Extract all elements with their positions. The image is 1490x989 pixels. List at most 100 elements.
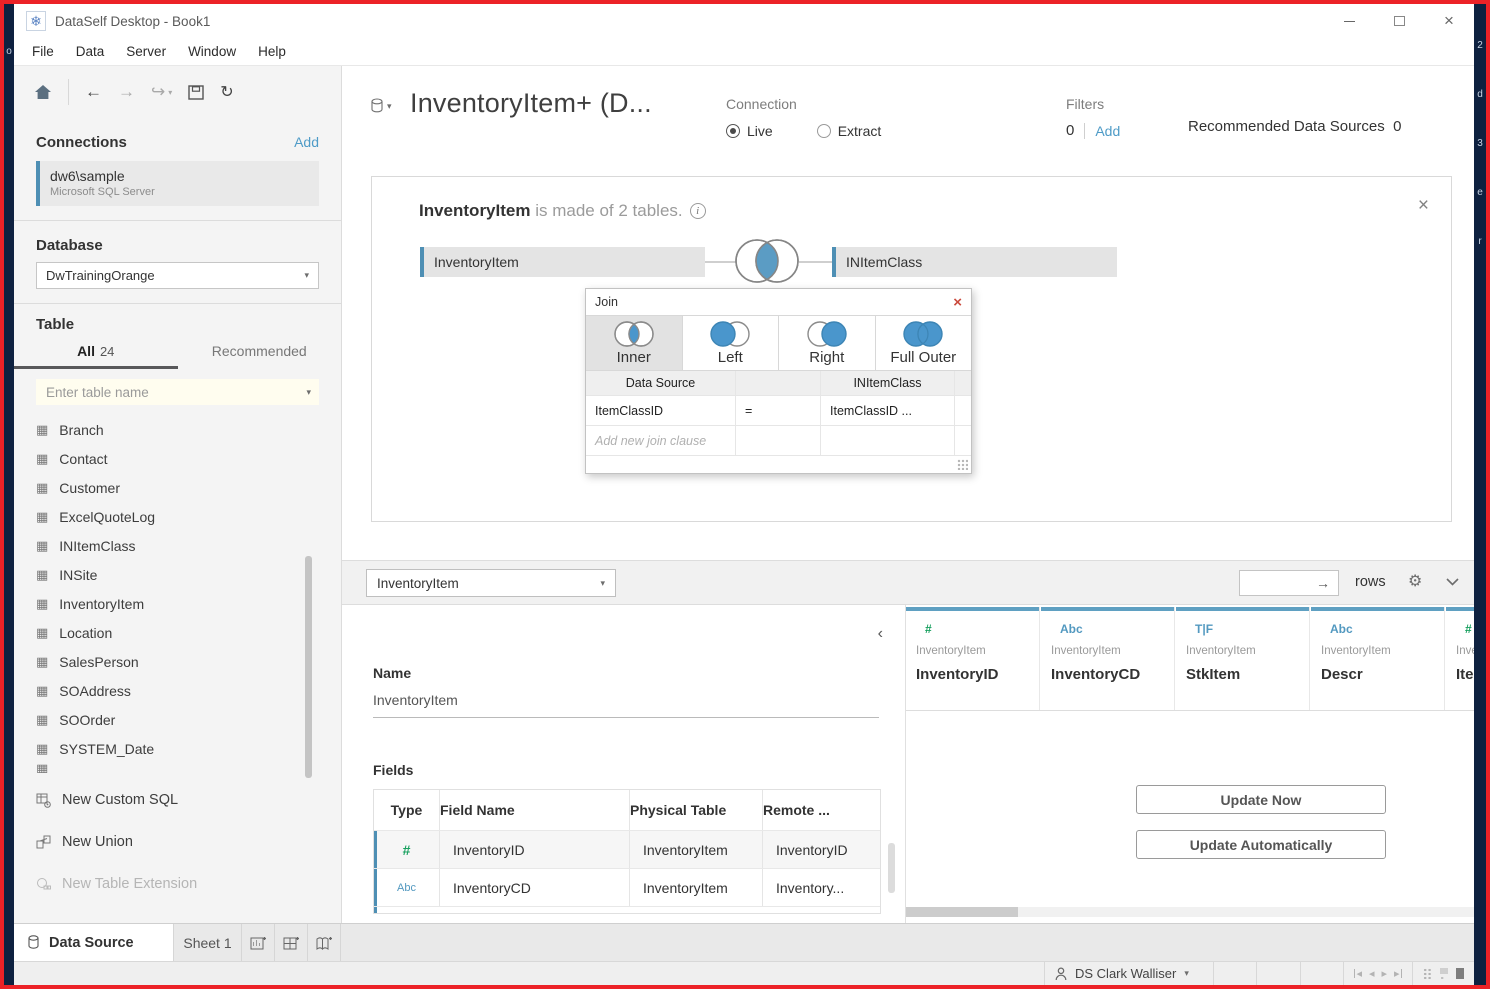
join-clause-row[interactable]: ItemClassID = ItemClassID ... (586, 396, 971, 426)
table-list-item[interactable]: ▦Contact (36, 444, 341, 473)
datasource-title[interactable]: InventoryItem+ (D... (410, 88, 652, 119)
field-row-clipped[interactable] (374, 906, 880, 913)
table-list-item[interactable]: ▦InventoryItem (36, 589, 341, 618)
table-pill-right[interactable]: INItemClass (832, 247, 1117, 277)
field-row[interactable]: Abc InventoryCD InventoryItem Inventory.… (374, 868, 880, 906)
tab-recommended-tables[interactable]: Recommended (178, 337, 342, 369)
join-type-right[interactable]: Right (779, 316, 876, 370)
col-header-field-name[interactable]: Field Name (440, 790, 630, 830)
collapse-panel-icon[interactable]: ‹ (878, 625, 883, 643)
live-radio[interactable]: Live (726, 123, 773, 139)
fields-scrollbar[interactable] (888, 843, 895, 893)
update-automatically-button[interactable]: Update Automatically (1136, 830, 1386, 859)
menu-data[interactable]: Data (76, 44, 105, 59)
new-worksheet-button[interactable] (242, 924, 275, 961)
table-list-item[interactable]: ▦SOAddress (36, 676, 341, 705)
maximize-button[interactable] (1374, 4, 1424, 38)
field-row[interactable]: # InventoryID InventoryItem InventoryID (374, 830, 880, 868)
info-icon[interactable]: i (690, 203, 706, 219)
preview-hscroll-thumb[interactable] (906, 907, 1018, 917)
database-select[interactable]: DwTrainingOrange ▾ (36, 262, 319, 289)
join-type-left[interactable]: Left (683, 316, 780, 370)
grid-column-header[interactable]: Abc InventoryItem Descr (1311, 607, 1444, 710)
canvas-close-icon[interactable]: × (1418, 195, 1429, 217)
sidebar-scrollbar[interactable] (305, 556, 312, 778)
collapse-preview-button[interactable] (1446, 578, 1459, 586)
resize-grip-icon[interactable] (957, 459, 968, 470)
new-custom-sql[interactable]: New Custom SQL (36, 779, 341, 821)
grid-view-icon[interactable] (1423, 968, 1432, 979)
table-list-item[interactable]: ▦Location (36, 618, 341, 647)
rows-limit-input[interactable]: → (1239, 570, 1339, 596)
join-dialog-close-icon[interactable]: × (953, 294, 962, 311)
connection-item[interactable]: dw6\sample Microsoft SQL Server (36, 161, 319, 206)
new-story-button[interactable] (308, 924, 341, 961)
table-list-item[interactable]: ▦SalesPerson (36, 647, 341, 676)
table-pill-left[interactable]: InventoryItem (420, 247, 705, 277)
name-value-field[interactable]: InventoryItem (373, 692, 879, 718)
recommended-datasources[interactable]: Recommended Data Sources 0 (1188, 118, 1401, 135)
grid-column-header[interactable]: # Inve Iter (1446, 607, 1474, 710)
join-type-full-outer[interactable]: Full Outer (876, 316, 972, 370)
new-dashboard-button[interactable] (275, 924, 308, 961)
join-type-inner[interactable]: Inner (586, 316, 683, 370)
table-list-item[interactable]: ▦Customer (36, 473, 341, 502)
table-toolbar-strip: InventoryItem ▾ → rows ⚙ (342, 560, 1474, 605)
join-clause-left-field[interactable]: ItemClassID (586, 396, 736, 426)
join-venn-icon[interactable] (734, 236, 800, 286)
gear-icon[interactable]: ⚙ (1408, 571, 1422, 591)
join-clause-right-field[interactable]: ItemClassID ... (821, 396, 955, 426)
home-button[interactable] (34, 84, 52, 100)
add-join-clause-row[interactable]: Add new join clause (586, 426, 971, 456)
previous-row-icon[interactable]: ◂ (1369, 967, 1375, 980)
right-join-icon (805, 320, 849, 348)
table-list-item[interactable]: ▦SYSTEM_Date (36, 734, 341, 763)
start-over-button[interactable]: ↪ ▾ (151, 82, 172, 102)
update-now-button[interactable]: Update Now (1136, 785, 1386, 814)
table-list-item[interactable]: ▦INItemClass (36, 531, 341, 560)
add-filter-link[interactable]: Add (1095, 123, 1120, 139)
col-header-physical-table[interactable]: Physical Table (630, 790, 763, 830)
table-icon: ▦ (36, 539, 48, 552)
new-worksheet-icon (250, 935, 267, 950)
save-button[interactable] (188, 85, 204, 100)
extract-radio[interactable]: Extract (817, 123, 882, 139)
table-list-item[interactable]: ▦INSite (36, 560, 341, 589)
datasource-type-button[interactable]: ▾ (371, 98, 392, 114)
minimize-button[interactable] (1324, 4, 1374, 38)
metadata-view-icon[interactable] (1440, 968, 1449, 979)
menu-file[interactable]: File (32, 44, 54, 59)
table-list-item[interactable]: ▦Branch (36, 415, 341, 444)
refresh-button[interactable]: ↻ (220, 82, 233, 102)
add-connection-link[interactable]: Add (294, 134, 319, 150)
new-dashboard-icon (283, 935, 300, 950)
tab-sheet-1[interactable]: Sheet 1 (174, 924, 242, 961)
table-select-dropdown[interactable]: InventoryItem ▾ (366, 569, 616, 597)
close-button[interactable]: × (1424, 4, 1474, 38)
table-list-item-clipped[interactable]: ▦ (36, 763, 341, 773)
menu-server[interactable]: Server (126, 44, 166, 59)
col-header-remote[interactable]: Remote ... (763, 790, 878, 830)
menu-window[interactable]: Window (188, 44, 236, 59)
table-list-item[interactable]: ▦SOOrder (36, 705, 341, 734)
tab-data-source[interactable]: Data Source (14, 924, 174, 961)
user-menu[interactable]: DS Clark Walliser ▾ (1044, 962, 1213, 985)
grid-column-header[interactable]: T|F InventoryItem StkItem (1176, 607, 1309, 710)
col-header-type[interactable]: Type (374, 790, 440, 830)
tab-all-tables[interactable]: All24 (14, 337, 178, 369)
grid-column-header[interactable]: # InventoryItem InventoryID (906, 607, 1039, 710)
last-row-icon[interactable]: ▸ (1394, 967, 1402, 980)
forward-button[interactable]: → (118, 82, 135, 102)
join-clause-operator[interactable]: = (736, 396, 821, 426)
first-row-icon[interactable]: ◂ (1354, 967, 1362, 980)
table-search-input[interactable] (46, 385, 306, 400)
new-union[interactable]: New Union (36, 821, 341, 863)
table-list-item[interactable]: ▦ExcelQuoteLog (36, 502, 341, 531)
join-left-column-header: Data Source (586, 371, 736, 396)
next-row-icon[interactable]: ▸ (1382, 967, 1388, 980)
back-button[interactable]: ← (85, 82, 102, 102)
solid-view-icon[interactable] (1456, 968, 1464, 979)
grid-column-header[interactable]: Abc InventoryItem InventoryCD (1041, 607, 1174, 710)
menu-help[interactable]: Help (258, 44, 286, 59)
database-select-value: DwTrainingOrange (46, 268, 155, 283)
